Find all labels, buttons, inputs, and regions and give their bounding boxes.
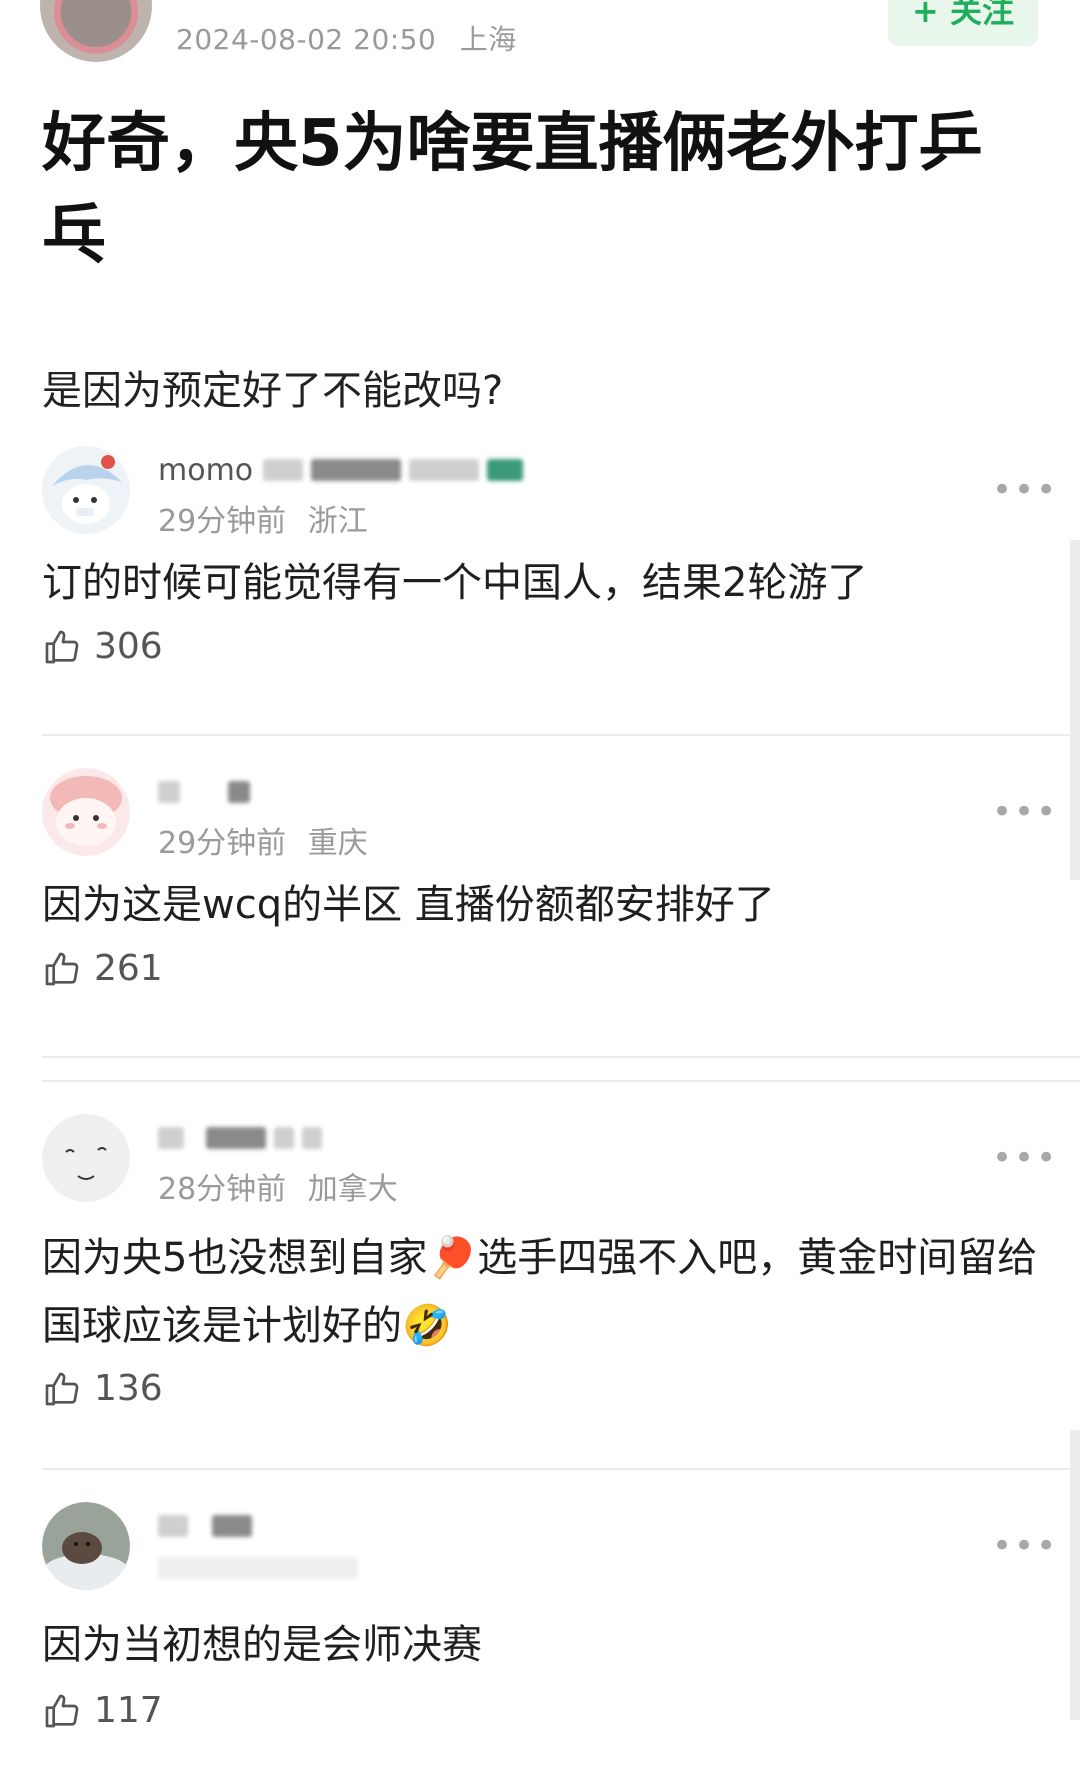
redacted-meta [158,1557,358,1579]
redacted-name [274,1127,294,1149]
like-count: 306 [94,626,163,667]
comment-meta: 29分钟前 重庆 [158,818,368,862]
redacted-name [228,781,250,803]
like-count: 117 [94,1690,163,1731]
divider [42,1056,1080,1058]
thumbs-up-icon [45,952,79,985]
post-location: 上海 [459,23,517,56]
comment-time: 29分钟前 [158,504,287,539]
redacted-name [311,459,402,481]
comment-location: 重庆 [307,826,368,861]
more-dots-icon[interactable]: ••• [992,792,1058,832]
comment-time: 29分钟前 [158,826,287,861]
thumbs-up-icon [45,1694,79,1727]
post-timestamp: 2024-08-02 20:50 [176,23,437,56]
comment-text: 因为央5也没想到自家🏓选手四强不入吧，黄金时间留给国球应该是计划好的🤣 [42,1235,1038,1349]
redacted-name [206,1127,266,1149]
commenter-name[interactable] [158,774,258,810]
thumbs-up-icon [45,630,79,663]
redacted-name [409,459,480,481]
commenter-avatar[interactable] [42,1502,130,1590]
post-body: 是因为预定好了不能改吗? [42,368,504,414]
comment-meta: 28分钟前 加拿大 [158,1164,398,1208]
avatar-illustration [42,768,130,856]
like-count: 136 [94,1368,163,1409]
avatar-illustration [42,446,130,534]
redacted-name [158,1515,188,1537]
commenter-avatar[interactable] [42,446,130,534]
like-button[interactable]: 306 [42,626,163,667]
like-button[interactable]: 136 [42,1368,163,1409]
commenter-avatar[interactable] [42,768,130,856]
redacted-name [158,1127,184,1149]
redacted-name [263,459,304,481]
comment-time: 28分钟前 [158,1172,287,1207]
author-avatar[interactable] [40,0,152,62]
avatar-illustration [42,1502,130,1590]
post-title: 好奇，央5为啥要直播俩老外打乒乓 [42,107,983,273]
comment-location: 浙江 [307,504,368,539]
follow-button[interactable]: + 关注 [888,0,1038,46]
thumbs-up-icon [45,1372,79,1405]
post-meta: 2024-08-02 20:50 上海 [176,18,517,58]
commenter-name[interactable] [158,1508,260,1544]
more-dots-icon[interactable]: ••• [992,1526,1058,1566]
commenter-name[interactable]: momo [158,452,531,488]
comment-meta: 29分钟前 浙江 [158,496,368,540]
divider [42,734,1080,736]
comment-text: 因为这是wcq的半区 直播份额都安排好了 [42,882,775,928]
comment-location: 加拿大 [307,1172,398,1207]
redacted-name [302,1127,322,1149]
commenter-avatar[interactable] [42,1114,130,1202]
comment-text: 因为当初想的是会师决赛 [42,1622,482,1668]
post-header: 2024-08-02 20:50 上海 + 关注 [0,0,1080,70]
divider [42,1080,1080,1082]
like-count: 261 [94,948,163,989]
divider [42,1468,1080,1470]
like-button[interactable]: 117 [42,1690,163,1731]
scrollbar-track [1070,1430,1080,1720]
scrollbar[interactable] [1070,540,1080,880]
user-badge [487,459,524,481]
more-dots-icon[interactable]: ••• [992,470,1058,510]
like-button[interactable]: 261 [42,948,163,989]
avatar-illustration [42,1114,130,1202]
comment-text: 订的时候可能觉得有一个中国人，结果2轮游了 [42,560,868,606]
more-dots-icon[interactable]: ••• [992,1138,1058,1178]
commenter-name[interactable] [158,1120,330,1156]
comment-meta [158,1552,366,1587]
redacted-name [158,781,180,803]
redacted-name [212,1515,252,1537]
